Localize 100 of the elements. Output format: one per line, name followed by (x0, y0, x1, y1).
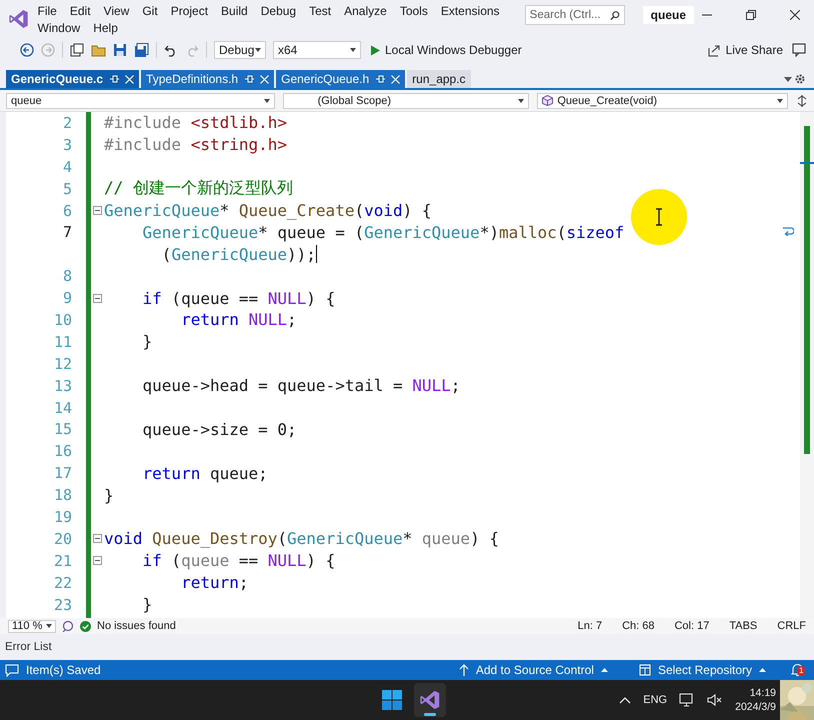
code-line: return queue; (142, 464, 268, 483)
line-endings[interactable]: CRLF (777, 620, 806, 632)
menu-item[interactable]: Help (93, 20, 118, 37)
menu-item[interactable]: Extensions (440, 3, 500, 20)
project-dropdown[interactable]: queue (6, 92, 275, 108)
open-folder-icon[interactable] (91, 43, 106, 57)
clock-date[interactable]: 2024/3/9 (735, 700, 776, 714)
menu-item[interactable]: Git (142, 3, 158, 20)
line-number: 4 (62, 158, 72, 176)
line-number: 12 (52, 354, 72, 373)
line-number: 21 (52, 552, 72, 570)
file-tab[interactable]: GenericQueue.h (276, 70, 406, 88)
code-line: } (104, 486, 114, 505)
window-title: queue (642, 6, 694, 24)
check-icon (80, 620, 91, 632)
line-number: 22 (52, 574, 72, 592)
code-line: GenericQueue* queue = (GenericQueue*)malloc(sizeof (142, 222, 624, 242)
line-number: 9 (62, 289, 72, 308)
line-number: 6 (62, 202, 72, 220)
line-number: 17 (52, 464, 72, 482)
indentation-mode[interactable]: TABS (729, 620, 758, 632)
save-all-icon[interactable] (134, 43, 149, 57)
pin-icon[interactable] (244, 74, 254, 84)
settings-icon[interactable] (794, 73, 806, 85)
collapse-icon[interactable] (93, 206, 102, 215)
line-number: 19 (52, 508, 72, 526)
split-icon[interactable] (796, 94, 808, 106)
network-icon[interactable] (679, 693, 696, 707)
file-tab[interactable]: GenericQueue.c (6, 70, 140, 88)
code-line: (GenericQueue)); (160, 244, 316, 264)
new-project-icon[interactable] (70, 43, 84, 57)
search-field[interactable]: Search (Ctrl... (524, 5, 625, 25)
live-share-button[interactable]: Live Share (706, 43, 785, 57)
language-indicator[interactable]: ENG (643, 694, 668, 706)
line-position[interactable]: Ln: 7 (578, 620, 602, 632)
vertical-scrollbar[interactable] (800, 112, 814, 618)
collapse-icon[interactable] (93, 294, 102, 303)
platform-dropdown[interactable]: x64 (273, 41, 361, 59)
notification-badge: 1 (797, 666, 806, 676)
code-cleanup-icon[interactable] (62, 620, 74, 632)
pin-icon[interactable] (375, 74, 386, 84)
restore-icon[interactable] (746, 10, 756, 20)
collapse-icon[interactable] (93, 534, 102, 544)
scope-dropdown[interactable]: (Global Scope) (282, 92, 530, 108)
menu-item[interactable]: View (104, 3, 130, 20)
menu-item[interactable]: Build (221, 3, 248, 20)
speaker-muted-icon[interactable] (707, 693, 724, 707)
menu-item[interactable]: File (38, 3, 57, 20)
menu-item[interactable]: Debug (260, 3, 296, 20)
code-line: return NULL; (180, 310, 297, 330)
menu-item[interactable]: Edit (70, 3, 91, 20)
code-line: return; (180, 573, 248, 592)
line-number: 3 (62, 136, 72, 154)
line-number: 5 (62, 180, 72, 198)
column-position[interactable]: Col: 17 (674, 620, 710, 632)
file-tab[interactable]: TypeDefinitions.h (141, 70, 274, 88)
close-icon[interactable] (790, 10, 800, 20)
menu-item[interactable]: Test (309, 3, 332, 20)
code-line: if (queue == NULL) { (142, 551, 336, 570)
select-repository-button[interactable]: Select Repository (632, 662, 772, 678)
visual-studio-logo-icon[interactable] (8, 8, 30, 30)
menu-item[interactable]: Tools (400, 3, 428, 20)
line-number: 20 (52, 530, 72, 548)
feedback-icon[interactable] (792, 43, 806, 57)
issues-status[interactable]: No issues found (97, 620, 176, 632)
code-line: #include <stdlib.h> (104, 113, 288, 132)
code-line: // 创建一个新的泛型队列 (104, 178, 293, 200)
configuration-dropdown[interactable]: Debug (214, 41, 266, 59)
message-icon (5, 664, 19, 676)
search-icon (610, 10, 620, 20)
bell-icon[interactable] (791, 663, 804, 677)
chevron-up-icon[interactable] (619, 696, 632, 704)
dropdown-icon[interactable] (784, 76, 792, 82)
code-line: void Queue_Destroy(GenericQueue* queue) { (104, 529, 499, 548)
pin-icon[interactable] (109, 74, 120, 84)
line-number: 16 (52, 442, 72, 460)
code-line: } (142, 332, 152, 352)
clock-time[interactable]: 14:19 (750, 686, 776, 700)
file-tab[interactable]: run_app.c (407, 70, 471, 88)
menu-item[interactable]: Window (38, 20, 80, 37)
start-debugging-button[interactable]: Local Windows Debugger (368, 43, 524, 57)
code-line: GenericQueue* Queue_Create(void) { (104, 201, 432, 220)
windows-start-icon[interactable] (382, 690, 402, 710)
line-number: 10 (52, 310, 72, 329)
menu-item[interactable]: Analyze (344, 3, 387, 20)
error-list-tab[interactable]: Error List (5, 641, 52, 653)
menu-item[interactable]: Project (170, 3, 208, 20)
line-number: 23 (52, 596, 72, 614)
zoom-dropdown[interactable]: 110 % (8, 620, 56, 632)
play-icon (370, 44, 380, 56)
line-number: 14 (52, 398, 72, 417)
add-to-source-control-button[interactable]: Add to Source Control (452, 662, 614, 678)
save-icon[interactable] (113, 43, 127, 57)
repository-icon (638, 664, 651, 676)
back-icon[interactable] (20, 43, 34, 57)
taskbar-app-button[interactable] (414, 683, 446, 717)
line-number: 8 (62, 267, 72, 286)
character-position[interactable]: Ch: 68 (622, 620, 654, 632)
collapse-icon[interactable] (93, 556, 102, 566)
member-dropdown[interactable]: Queue_Create(void) (537, 92, 788, 108)
